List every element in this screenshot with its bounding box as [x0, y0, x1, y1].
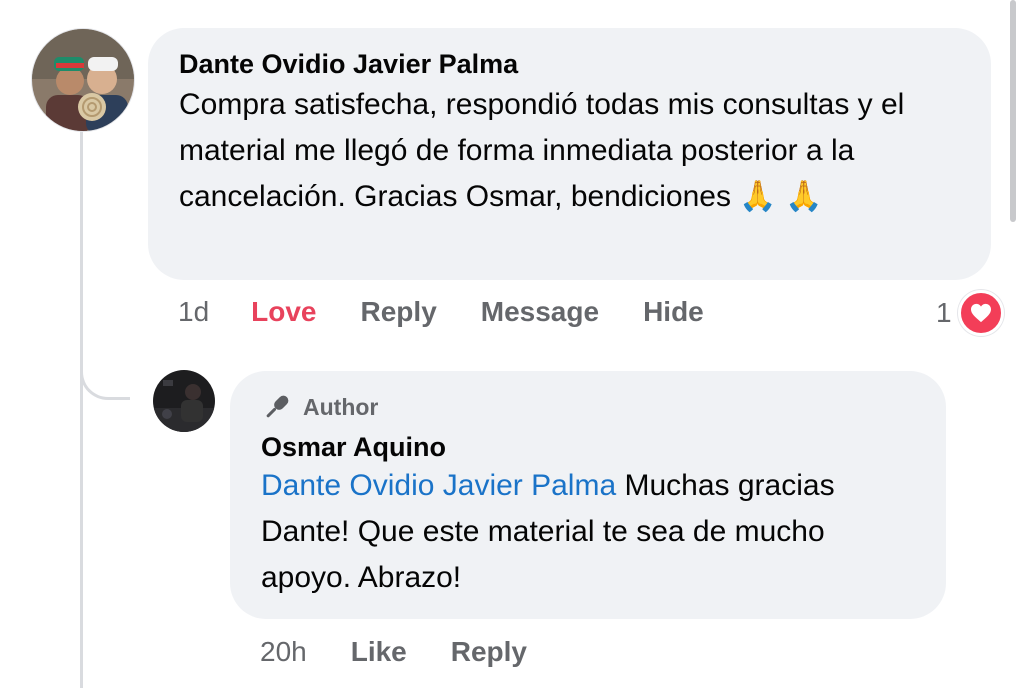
like-button[interactable]: Like [351, 636, 407, 668]
message-button[interactable]: Message [481, 296, 599, 328]
reply-author-name[interactable]: Osmar Aquino [261, 431, 916, 463]
mention-link[interactable]: Dante Ovidio Javier Palma [261, 469, 616, 502]
comment-time[interactable]: 1d [178, 296, 209, 328]
reply-time[interactable]: 20h [260, 636, 307, 668]
comment-actions: 1d Love Reply Message Hide [178, 296, 704, 328]
heart-icon [957, 290, 1004, 336]
comment-author-name[interactable]: Dante Ovidio Javier Palma [179, 48, 961, 80]
love-button[interactable]: Love [251, 296, 316, 328]
reaction-summary[interactable]: 1 [936, 290, 1004, 336]
comment-text: Compra satisfecha, respondió todas mis c… [179, 88, 905, 213]
hide-button[interactable]: Hide [643, 296, 704, 328]
scrollbar[interactable] [1010, 0, 1016, 222]
avatar-osmar[interactable] [153, 370, 215, 432]
avatar-dante[interactable] [31, 28, 135, 132]
thread-line [80, 128, 83, 688]
reply-reply-button[interactable]: Reply [451, 636, 527, 668]
reply-actions: 20h Like Reply [260, 636, 527, 668]
reply-text-block: Dante Ovidio Javier Palma Muchas gracias… [261, 463, 921, 601]
reply-button[interactable]: Reply [361, 296, 437, 328]
reaction-count: 1 [936, 297, 952, 328]
comment-bubble: Dante Ovidio Javier Palma Compra satisfe… [148, 28, 991, 280]
reply-bubble: Author Osmar Aquino Dante Ovidio Javier … [230, 371, 946, 619]
author-badge-label: Author [303, 393, 379, 420]
author-badge: Author [261, 391, 916, 423]
microphone-icon [266, 395, 289, 418]
thread-connector [80, 330, 130, 400]
